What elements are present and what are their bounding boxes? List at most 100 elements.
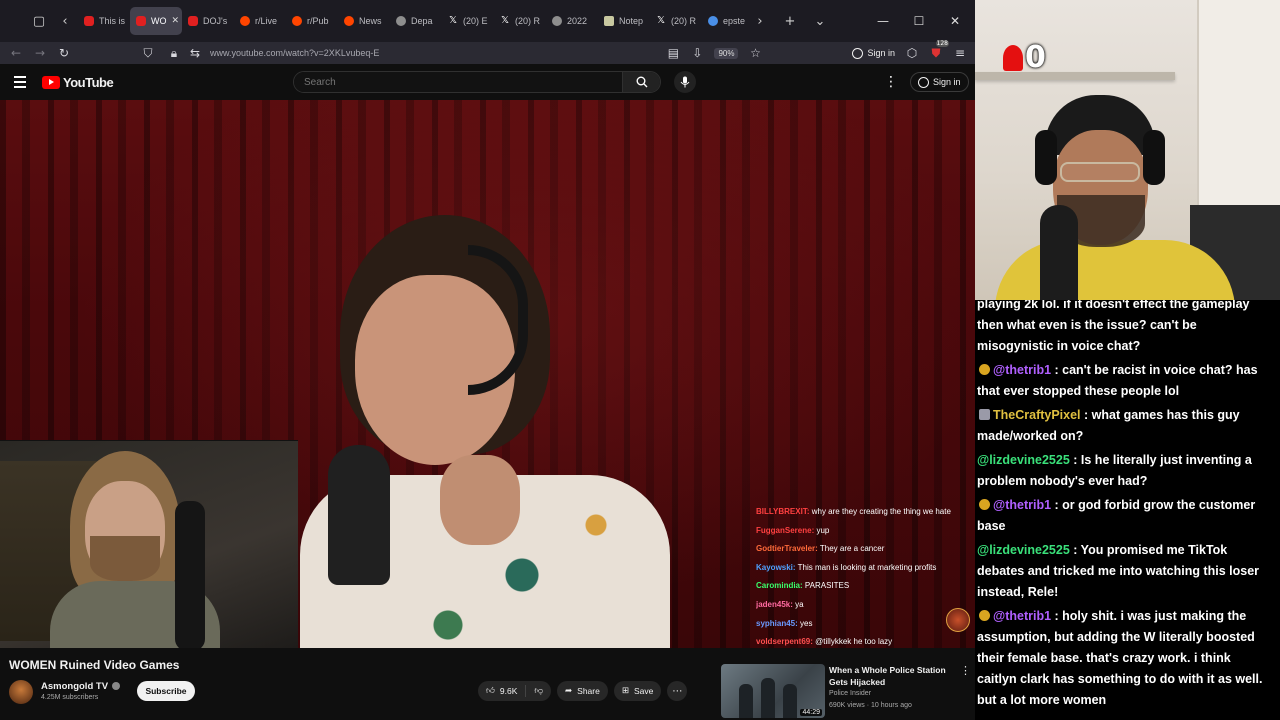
- chat-text: : holy shit. i was just making the assum…: [977, 609, 1263, 707]
- chat-username[interactable]: @lizdevine2525: [977, 543, 1070, 557]
- tab-label: epste: [723, 16, 746, 26]
- channel-name[interactable]: Asmongold TV: [41, 681, 108, 692]
- tab-7[interactable]: 𝕏 (20) E: [442, 7, 494, 35]
- video-chat-text: They are a cancer: [819, 544, 885, 554]
- menu-icon[interactable]: ≡: [953, 46, 967, 60]
- share-button[interactable]: ➦ Share: [557, 681, 608, 701]
- tab-2[interactable]: DOJ's: [182, 7, 234, 35]
- video-chat-text: yup: [816, 525, 830, 535]
- recommended-thumbnail[interactable]: 44:29: [721, 664, 825, 718]
- video-chat-overlay: BILLYBREXIT: why are they creating the t…: [756, 503, 971, 648]
- live-chat-panel: playing 2k lol. if it doesn't effect the…: [975, 300, 1280, 720]
- browser-sign-in[interactable]: Sign in: [852, 47, 895, 59]
- microphone-icon: [680, 76, 690, 88]
- reload-icon[interactable]: ↻: [52, 46, 76, 60]
- ublock-icon[interactable]: ⛊ 128: [929, 39, 949, 61]
- tab-5[interactable]: News: [338, 7, 390, 35]
- youtube-play-icon: [42, 75, 60, 89]
- channel-avatar[interactable]: [9, 680, 33, 704]
- back-icon[interactable]: ←: [4, 46, 28, 60]
- video-chat-text: PARASITES: [804, 581, 850, 591]
- extensions-icon[interactable]: ⬡: [905, 46, 919, 60]
- video-title: WOMEN Ruined Video Games: [9, 658, 180, 672]
- tab-label: WO: [151, 16, 167, 26]
- close-window-icon[interactable]: ✕: [939, 6, 971, 36]
- chat-username[interactable]: @lizdevine2525: [977, 453, 1070, 467]
- youtube-logo[interactable]: YouTube: [42, 75, 114, 90]
- more-actions-button[interactable]: ⋯: [667, 681, 688, 701]
- tab-close-icon[interactable]: ✕: [172, 16, 180, 26]
- tabs-scroll-right-icon[interactable]: ›: [747, 8, 773, 34]
- share-label: Share: [577, 686, 600, 696]
- recommended-channel: Police Insider: [829, 690, 872, 697]
- tab-11[interactable]: 𝕏 (20) R: [650, 7, 702, 35]
- thumbs-down-icon: 👎︎: [534, 686, 544, 696]
- video-player[interactable]: BILLYBREXIT: why are they creating the t…: [0, 100, 975, 648]
- chat-message: @thetrib1 : can't be racist in voice cha…: [977, 360, 1272, 402]
- tab-label: r/Pub: [307, 16, 329, 26]
- streamer-shirt: [995, 240, 1235, 300]
- download-icon[interactable]: ⇩: [690, 46, 704, 60]
- channel-name-row[interactable]: Asmongold TV: [41, 681, 121, 692]
- account-icon: [852, 47, 864, 59]
- recommended-video[interactable]: 44:29 When a Whole Police Station Gets H…: [721, 664, 971, 720]
- lock-icon[interactable]: 🔒︎: [168, 46, 180, 61]
- new-tab-icon[interactable]: +: [777, 8, 803, 34]
- guest-hand: [440, 455, 520, 545]
- minimize-icon[interactable]: —: [867, 6, 899, 36]
- like-button[interactable]: 👍︎ 9.6K: [478, 681, 525, 701]
- address-bar[interactable]: ⛉ 🔒︎ ⇆ www.youtube.com/watch?v=2XKLvubeq…: [136, 46, 666, 61]
- youtube-icon: [136, 16, 146, 26]
- forward-icon[interactable]: →: [28, 46, 52, 60]
- shield-icon[interactable]: ⛉: [136, 46, 160, 61]
- maximize-icon[interactable]: ☐: [903, 6, 935, 36]
- tab-6[interactable]: Depa: [390, 7, 442, 35]
- tab-12[interactable]: epste: [702, 7, 747, 35]
- tab-8[interactable]: 𝕏 (20) R: [494, 7, 546, 35]
- tab-label: DOJ's: [203, 16, 228, 26]
- save-button[interactable]: ⊞ Save: [613, 681, 662, 701]
- like-dislike-group: 👍︎ 9.6K 👎︎: [478, 681, 552, 701]
- video-chat-user: GodtierTraveler:: [756, 544, 818, 554]
- tab-0[interactable]: This is: [78, 7, 130, 35]
- settings-more-icon[interactable]: ⋮: [884, 74, 898, 90]
- permissions-icon[interactable]: ⇆: [188, 46, 202, 60]
- dislike-button[interactable]: 👎︎: [526, 681, 551, 701]
- video-chat-text: yes: [800, 618, 813, 628]
- recommended-menu-icon[interactable]: ⋮: [960, 664, 971, 677]
- reader-view-icon[interactable]: ▤: [666, 46, 680, 60]
- subscriber-badge-icon: [979, 610, 990, 621]
- tab-3[interactable]: r/Live: [234, 7, 286, 35]
- tab-9[interactable]: 2022: [546, 7, 598, 35]
- subscriber-badge-icon: [979, 499, 990, 510]
- thumbnail-figure: [783, 684, 797, 718]
- streamer-microphone: [175, 501, 205, 648]
- video-chat-text: why are they creating the thing we hate: [811, 507, 951, 516]
- zoom-level[interactable]: 90%: [714, 47, 739, 59]
- tab-overview-icon[interactable]: ▢: [26, 8, 52, 34]
- tab-1[interactable]: WO ✕: [130, 7, 182, 35]
- list-tabs-icon[interactable]: ⌄: [807, 8, 833, 34]
- subscribe-button[interactable]: Subscribe: [137, 681, 195, 701]
- url-text[interactable]: www.youtube.com/watch?v=2XKLvubeq-E: [210, 48, 379, 58]
- youtube-sign-in-button[interactable]: Sign in: [910, 72, 969, 92]
- bookmark-star-icon[interactable]: ☆: [748, 46, 762, 60]
- video-actions: 👍︎ 9.6K 👎︎ ➦ Share ⊞ Save ⋯: [478, 681, 688, 701]
- chat-username[interactable]: TheCraftyPixel: [993, 408, 1081, 422]
- tab-4[interactable]: r/Pub: [286, 7, 338, 35]
- tabs-scroll-left-icon[interactable]: ‹: [52, 8, 78, 34]
- chat-username[interactable]: @thetrib1: [993, 363, 1051, 377]
- voice-search-button[interactable]: [674, 71, 696, 93]
- tab-10[interactable]: Notep: [598, 7, 650, 35]
- tab-label: Notep: [619, 16, 644, 26]
- chat-message: playing 2k lol. if it doesn't effect the…: [977, 300, 1272, 357]
- note-icon: [604, 16, 614, 26]
- chat-username[interactable]: @thetrib1: [993, 498, 1051, 512]
- recommended-title[interactable]: When a Whole Police Station Gets Hijacke…: [829, 664, 949, 688]
- guide-menu-icon[interactable]: [14, 76, 34, 88]
- search-button[interactable]: [622, 72, 660, 92]
- search-input[interactable]: [294, 72, 622, 92]
- chat-username[interactable]: @thetrib1: [993, 609, 1051, 623]
- like-count: 9.6K: [499, 686, 518, 696]
- video-chat-line: Kayowski: This man is looking at marketi…: [756, 559, 971, 578]
